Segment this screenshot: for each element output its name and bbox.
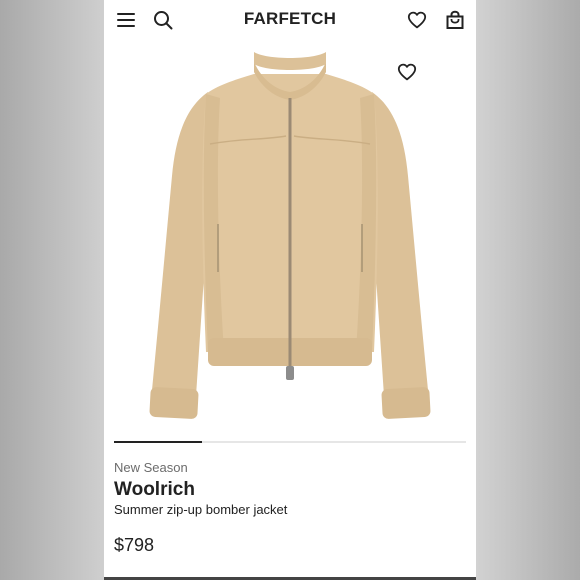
product-page: FARFETCH New Season Woolrich Summer zip-…	[104, 0, 476, 580]
image-progress-track	[114, 441, 466, 443]
backdrop-left	[0, 0, 104, 580]
add-to-wishlist-icon[interactable]	[397, 63, 419, 83]
product-image[interactable]	[104, 40, 476, 440]
product-description: Summer zip-up bomber jacket	[114, 502, 288, 517]
product-price: $798	[114, 535, 155, 555]
season-label: New Season	[114, 460, 188, 475]
backdrop-right	[476, 0, 580, 580]
jacket-image	[149, 52, 431, 419]
bag-icon[interactable]	[443, 8, 467, 32]
designer-name[interactable]: Woolrich	[114, 479, 195, 501]
image-progress-fill	[114, 441, 202, 443]
top-header: FARFETCH	[104, 0, 476, 40]
heart-icon[interactable]	[405, 8, 429, 32]
